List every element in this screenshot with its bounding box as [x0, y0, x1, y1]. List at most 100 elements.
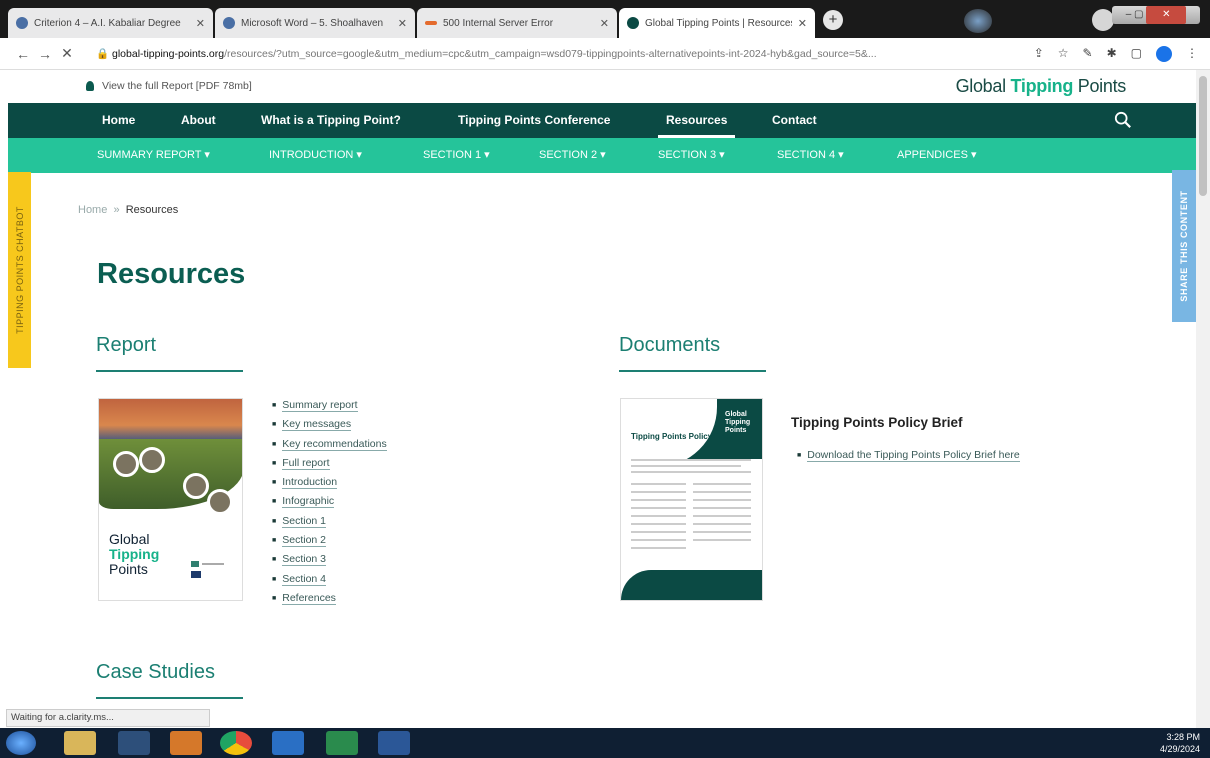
- tab-label: Global Tipping Points | Resources: [645, 17, 792, 29]
- heading-underline: [96, 697, 243, 699]
- site-logo[interactable]: Global Tipping Points: [956, 76, 1127, 97]
- full-report-link-text: View the full Report [PDF 78mb]: [102, 80, 252, 92]
- policy-brief-cover-image[interactable]: Global Tipping Points Tipping Points Pol…: [620, 398, 763, 601]
- nav-about[interactable]: About: [181, 103, 216, 138]
- puzzle-icon[interactable]: ✱: [1107, 46, 1117, 62]
- media-player-icon[interactable]: [118, 731, 150, 755]
- bookmark-star-icon[interactable]: ☆: [1058, 46, 1069, 62]
- extension-icon[interactable]: ✎: [1083, 46, 1093, 62]
- case-studies-heading: Case Studies: [96, 661, 215, 683]
- url-field[interactable]: 🔒 global-tipping-points.org/resources/?u…: [96, 47, 996, 60]
- subnav-section-2[interactable]: SECTION 2 ▾: [539, 138, 606, 173]
- browser-tab[interactable]: Criterion 4 – A.I. Kabaliar Degree ✕: [8, 8, 213, 38]
- globe-icon: [16, 17, 28, 29]
- start-button[interactable]: [6, 731, 36, 755]
- chatbot-tab[interactable]: TIPPING POINTS CHATBOT: [8, 172, 31, 368]
- site-favicon-icon: [627, 17, 639, 29]
- list-item[interactable]: Key messages: [272, 415, 387, 434]
- documents-heading: Documents: [619, 334, 721, 356]
- breadcrumb-separator: »: [113, 204, 120, 216]
- forward-icon[interactable]: →: [34, 46, 56, 62]
- error-icon: [425, 21, 437, 25]
- window-close-icon[interactable]: ✕: [1146, 6, 1187, 24]
- report-heading: Report: [96, 334, 157, 356]
- tab-label: Microsoft Word – 5. Shoalhaven: [241, 17, 384, 29]
- close-icon[interactable]: ✕: [600, 17, 609, 30]
- subnav-section-4[interactable]: SECTION 4 ▾: [777, 138, 844, 173]
- page-title: Resources: [97, 258, 246, 290]
- subnav-summary-report[interactable]: SUMMARY REPORT ▾: [97, 138, 210, 173]
- file-explorer-icon[interactable]: [64, 731, 96, 755]
- globe-icon: [223, 17, 235, 29]
- excel-icon[interactable]: [326, 731, 358, 755]
- tab-label: 500 Internal Server Error: [443, 17, 554, 29]
- nav-what-is-tipping-point[interactable]: What is a Tipping Point?: [261, 103, 401, 138]
- profile-icon[interactable]: [1156, 46, 1172, 62]
- cover-title: Global Tipping Points: [109, 531, 160, 577]
- list-item[interactable]: Section 3: [272, 550, 387, 569]
- app-icon[interactable]: [170, 731, 202, 755]
- list-item[interactable]: Key recommendations: [272, 435, 387, 454]
- system-clock[interactable]: 3:28 PM 4/29/2024: [1160, 731, 1200, 755]
- subnav-section-1[interactable]: SECTION 1 ▾: [423, 138, 490, 173]
- breadcrumb-current: Resources: [125, 204, 179, 216]
- share-content-tab[interactable]: SHARE THIS CONTENT: [1172, 170, 1196, 322]
- breadcrumb: Home » Resources: [78, 204, 178, 216]
- new-tab-button[interactable]: +: [823, 10, 843, 30]
- menu-icon[interactable]: ⋮: [1186, 46, 1198, 62]
- stop-icon[interactable]: ✕: [56, 45, 78, 62]
- breadcrumb-home[interactable]: Home: [78, 204, 107, 216]
- full-report-link[interactable]: View the full Report [PDF 78mb]: [86, 80, 252, 92]
- list-item[interactable]: References: [272, 589, 387, 608]
- nav-home[interactable]: Home: [102, 103, 135, 138]
- internet-explorer-icon[interactable]: [272, 731, 304, 755]
- address-bar: ← → ✕ 🔒 global-tipping-points.org/resour…: [0, 38, 1210, 70]
- list-item[interactable]: Summary report: [272, 396, 387, 415]
- list-item[interactable]: Introduction: [272, 473, 387, 492]
- site-topbar: View the full Report [PDF 78mb] Global T…: [0, 70, 1210, 103]
- subnav-section-3[interactable]: SECTION 3 ▾: [658, 138, 725, 173]
- browser-tabstrip: Criterion 4 – A.I. Kabaliar Degree ✕ Mic…: [0, 0, 1210, 38]
- window-controls[interactable]: – ▢ ✕: [1112, 6, 1200, 24]
- share-icon[interactable]: ⇪: [1034, 46, 1044, 62]
- subnav-appendices[interactable]: APPENDICES ▾: [897, 138, 977, 173]
- tab-label: Criterion 4 – A.I. Kabaliar Degree: [34, 17, 181, 29]
- scrollbar-thumb[interactable]: [1199, 76, 1207, 196]
- list-item[interactable]: Infographic: [272, 492, 387, 511]
- list-item[interactable]: Section 1: [272, 512, 387, 531]
- subnav-introduction[interactable]: INTRODUCTION ▾: [269, 138, 362, 173]
- report-links-list: Summary report Key messages Key recommen…: [272, 396, 387, 608]
- sidepanel-icon[interactable]: ▢: [1131, 46, 1142, 62]
- back-icon[interactable]: ←: [12, 46, 34, 62]
- nav-conference[interactable]: Tipping Points Conference: [458, 103, 610, 138]
- word-icon[interactable]: [378, 731, 410, 755]
- nav-contact[interactable]: Contact: [772, 103, 817, 138]
- close-icon[interactable]: ✕: [398, 17, 407, 30]
- leaf-icon: [86, 81, 94, 91]
- main-nav: Home About What is a Tipping Point? Tipp…: [8, 103, 1196, 138]
- browser-tab-active[interactable]: Global Tipping Points | Resources ✕: [619, 8, 815, 38]
- policy-brief-title: Tipping Points Policy Brief: [791, 415, 963, 430]
- policy-brief-download-link[interactable]: Download the Tipping Points Policy Brief…: [797, 449, 1020, 462]
- report-cover-image[interactable]: Global Tipping Points: [98, 398, 243, 601]
- heading-underline: [619, 370, 766, 372]
- windows-taskbar: 3:28 PM 4/29/2024: [0, 728, 1210, 758]
- brief-cover-title: Tipping Points Policy Brief: [631, 432, 733, 441]
- list-item[interactable]: Full report: [272, 454, 387, 473]
- close-icon[interactable]: ✕: [196, 17, 205, 30]
- chrome-icon[interactable]: [220, 731, 252, 755]
- heading-underline: [96, 370, 243, 372]
- list-item[interactable]: Section 2: [272, 531, 387, 550]
- browser-status-bar: Waiting for a.clarity.ms...: [6, 709, 210, 727]
- sub-nav: SUMMARY REPORT ▾ INTRODUCTION ▾ SECTION …: [8, 138, 1196, 173]
- toolbar-icons: ⇪ ☆ ✎ ✱ ▢ ⋮: [1034, 46, 1198, 62]
- browser-tab[interactable]: Microsoft Word – 5. Shoalhaven ✕: [215, 8, 415, 38]
- browser-tab[interactable]: 500 Internal Server Error ✕: [417, 8, 617, 38]
- search-icon[interactable]: [1114, 111, 1132, 129]
- nav-resources[interactable]: Resources: [657, 103, 736, 138]
- extension-icon[interactable]: [964, 9, 992, 33]
- profile-avatar[interactable]: [1092, 9, 1114, 31]
- list-item[interactable]: Section 4: [272, 570, 387, 589]
- close-icon[interactable]: ✕: [798, 17, 807, 30]
- page-scrollbar[interactable]: [1196, 70, 1210, 728]
